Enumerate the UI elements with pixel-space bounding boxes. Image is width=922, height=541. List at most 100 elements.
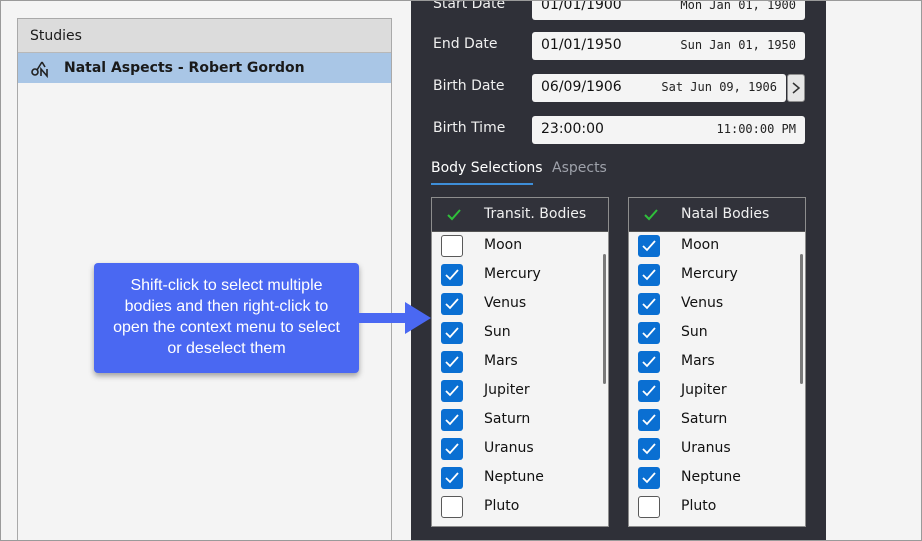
natal-body-item[interactable]: Neptune <box>629 464 799 493</box>
transit-body-item[interactable]: Jupiter <box>432 377 602 406</box>
birth-time-input[interactable]: 23:00:00 11:00:00 PM <box>532 116 805 144</box>
end-date-label: End Date <box>433 36 498 52</box>
checkbox[interactable] <box>638 293 660 315</box>
checkbox[interactable] <box>441 322 463 344</box>
transit-bodies-list: Transit. Bodies Moon Mercury Venus Sun Mars J… <box>431 197 609 527</box>
checkbox[interactable] <box>638 380 660 402</box>
select-all-check-icon[interactable] <box>644 209 658 221</box>
checkbox[interactable] <box>441 438 463 460</box>
checkbox[interactable] <box>441 235 463 257</box>
transit-bodies-header: Transit. Bodies <box>432 198 608 232</box>
birth-date-input[interactable]: 06/09/1906 Sat Jun 09, 1906 <box>532 74 786 102</box>
checkbox[interactable] <box>441 293 463 315</box>
body-name: Mercury <box>484 266 541 282</box>
natal-body-item[interactable]: Sun <box>629 319 799 348</box>
end-date-value: 01/01/1950 <box>541 37 622 53</box>
start-date-row: Start Date 01/01/1900 Mon Jan 01, 1900 <box>411 0 826 20</box>
checkbox[interactable] <box>441 496 463 518</box>
body-name: Pluto <box>484 498 520 514</box>
checkbox[interactable] <box>638 264 660 286</box>
tip-callout-text: Shift-click to select multiple bodies an… <box>113 277 340 357</box>
start-date-label: Start Date <box>433 0 506 12</box>
transit-body-item[interactable]: Saturn <box>432 406 602 435</box>
start-date-formatted: Mon Jan 01, 1900 <box>680 0 796 12</box>
transit-bodies-title: Transit. Bodies <box>484 206 587 222</box>
checkbox[interactable] <box>638 409 660 431</box>
checkbox[interactable] <box>638 235 660 257</box>
checkmark-icon <box>445 385 459 397</box>
body-name: Mercury <box>681 266 738 282</box>
body-name: Jupiter <box>484 382 530 398</box>
checkbox[interactable] <box>441 380 463 402</box>
checkmark-icon <box>642 240 656 252</box>
body-name: Uranus <box>681 440 731 456</box>
checkmark-icon <box>642 443 656 455</box>
study-settings-panel: Start Date 01/01/1900 Mon Jan 01, 1900 E… <box>411 0 826 541</box>
natal-body-item[interactable]: Saturn <box>629 406 799 435</box>
natal-body-item[interactable]: Pluto <box>629 493 799 522</box>
transit-body-item[interactable]: Venus <box>432 290 602 319</box>
birth-time-formatted: 11:00:00 PM <box>716 122 796 136</box>
body-name: Venus <box>681 295 724 311</box>
birth-date-next-button[interactable] <box>787 74 805 102</box>
checkmark-icon <box>642 385 656 397</box>
end-date-row: End Date 01/01/1950 Sun Jan 01, 1950 <box>411 32 826 60</box>
select-all-check-icon[interactable] <box>447 209 461 221</box>
body-name: Neptune <box>681 469 741 485</box>
natal-body-item[interactable]: Mercury <box>629 261 799 290</box>
checkbox[interactable] <box>441 351 463 373</box>
birth-time-row: Birth Time 23:00:00 11:00:00 PM <box>411 116 826 144</box>
start-date-input[interactable]: 01/01/1900 Mon Jan 01, 1900 <box>532 0 805 20</box>
checkbox[interactable] <box>638 322 660 344</box>
tab-aspects[interactable]: Aspects <box>552 160 607 176</box>
body-name: Sun <box>484 324 511 340</box>
active-tab-indicator <box>431 183 533 185</box>
birth-date-row: Birth Date 06/09/1906 Sat Jun 09, 1906 <box>411 74 826 102</box>
transit-body-item[interactable]: Moon <box>432 232 602 261</box>
checkmark-icon <box>445 298 459 310</box>
checkmark-icon <box>445 443 459 455</box>
natal-body-item[interactable]: Uranus <box>629 435 799 464</box>
natal-bodies-scrollbar[interactable] <box>800 254 803 384</box>
checkmark-icon <box>642 298 656 310</box>
transit-body-item[interactable]: Pluto <box>432 493 602 522</box>
natal-body-item[interactable]: Mars <box>629 348 799 377</box>
transit-body-item[interactable]: Uranus <box>432 435 602 464</box>
body-name: Moon <box>681 237 720 253</box>
checkmark-icon <box>445 269 459 281</box>
natal-bodies-title: Natal Bodies <box>681 206 770 222</box>
checkbox[interactable] <box>638 467 660 489</box>
checkmark-icon <box>642 327 656 339</box>
checkmark-icon <box>642 414 656 426</box>
natal-body-item[interactable]: Jupiter <box>629 377 799 406</box>
body-name: Sun <box>681 324 708 340</box>
birth-date-formatted: Sat Jun 09, 1906 <box>661 80 777 94</box>
checkbox[interactable] <box>638 351 660 373</box>
transit-bodies-scrollbar[interactable] <box>603 254 606 384</box>
aspects-icon <box>31 61 48 78</box>
end-date-input[interactable]: 01/01/1950 Sun Jan 01, 1950 <box>532 32 805 60</box>
checkbox[interactable] <box>441 264 463 286</box>
natal-bodies-list: Natal Bodies Moon Mercury Venus Sun Mars Jupi… <box>628 197 806 527</box>
natal-body-item[interactable]: Venus <box>629 290 799 319</box>
checkmark-icon <box>642 356 656 368</box>
studies-header: Studies <box>18 19 391 53</box>
start-date-value: 01/01/1900 <box>541 0 622 13</box>
body-name: Neptune <box>484 469 544 485</box>
checkbox[interactable] <box>638 438 660 460</box>
callout-arrow-icon <box>357 302 431 334</box>
transit-body-item[interactable]: Mars <box>432 348 602 377</box>
body-name: Saturn <box>681 411 728 427</box>
body-name: Uranus <box>484 440 534 456</box>
transit-body-item[interactable]: Mercury <box>432 261 602 290</box>
birth-time-value: 23:00:00 <box>541 121 604 137</box>
checkbox[interactable] <box>441 467 463 489</box>
transit-body-item[interactable]: Neptune <box>432 464 602 493</box>
transit-body-item[interactable]: Sun <box>432 319 602 348</box>
study-item-natal-aspects[interactable]: Natal Aspects - Robert Gordon <box>18 53 391 83</box>
tab-body-selections[interactable]: Body Selections <box>431 160 543 176</box>
body-name: Saturn <box>484 411 531 427</box>
natal-body-item[interactable]: Moon <box>629 232 799 261</box>
checkbox[interactable] <box>638 496 660 518</box>
checkbox[interactable] <box>441 409 463 431</box>
